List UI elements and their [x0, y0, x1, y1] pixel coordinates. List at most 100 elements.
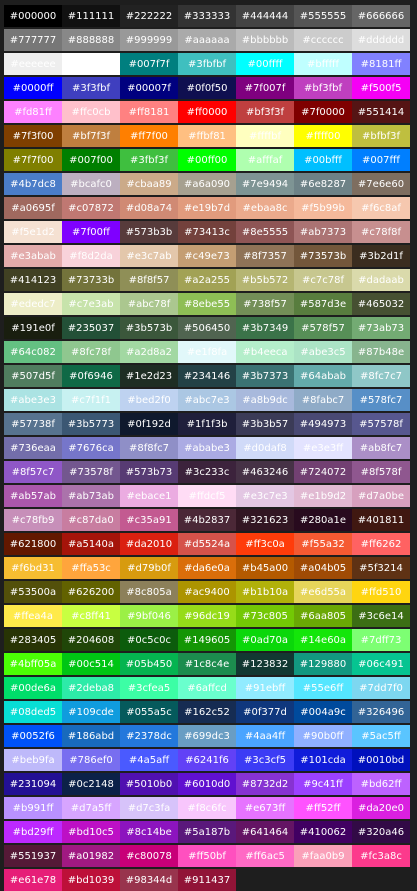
color-swatch[interactable]: #bbbbbb — [236, 29, 294, 51]
color-swatch[interactable]: #8ebe55 — [178, 293, 236, 315]
color-swatch[interactable]: #0c5c0c — [120, 629, 178, 651]
color-swatch[interactable]: #109cde — [62, 701, 120, 723]
color-swatch[interactable]: #d7a5ff — [62, 797, 120, 819]
color-swatch[interactable]: #c07872 — [62, 197, 120, 219]
color-swatch[interactable]: #e3c7e3 — [236, 485, 294, 507]
color-swatch[interactable]: #ababe3 — [178, 437, 236, 459]
color-swatch[interactable]: #0000ff — [4, 77, 62, 99]
color-swatch[interactable]: #e61e78 — [4, 869, 62, 891]
color-swatch[interactable]: #777777 — [4, 29, 62, 51]
color-swatch[interactable]: #555555 — [294, 5, 352, 27]
color-swatch[interactable]: #ffc0cb — [62, 101, 120, 123]
color-swatch[interactable]: #414123 — [4, 269, 62, 291]
color-swatch[interactable]: #4b2837 — [178, 509, 236, 531]
color-swatch[interactable]: #da2010 — [120, 533, 178, 555]
color-swatch[interactable]: #3b3b57 — [236, 413, 294, 435]
color-swatch[interactable]: #53500a — [4, 581, 62, 603]
color-swatch[interactable]: #ebaa8c — [236, 197, 294, 219]
color-swatch[interactable]: #bcafc0 — [62, 173, 120, 195]
color-swatch[interactable]: #699dc3 — [178, 725, 236, 747]
color-swatch[interactable]: #fd81ff — [4, 101, 62, 123]
color-swatch[interactable]: #234146 — [178, 365, 236, 387]
color-swatch[interactable]: #cbaa89 — [120, 173, 178, 195]
color-swatch[interactable]: #1e2d23 — [120, 365, 178, 387]
color-swatch[interactable]: #7f00ff — [62, 221, 120, 243]
color-swatch[interactable]: #c80078 — [120, 845, 178, 867]
color-swatch[interactable]: #beb9fa — [4, 749, 62, 771]
color-swatch[interactable]: #7f007f — [236, 77, 294, 99]
color-swatch[interactable]: #96dc19 — [178, 605, 236, 627]
color-swatch[interactable]: #055a5c — [120, 701, 178, 723]
color-swatch[interactable]: #afffaf — [236, 149, 294, 171]
color-swatch[interactable]: #999999 — [120, 29, 178, 51]
color-swatch[interactable]: #7676ca — [62, 437, 120, 459]
color-swatch[interactable]: #bd10c5 — [62, 821, 120, 843]
color-swatch[interactable]: #b45a00 — [236, 557, 294, 579]
color-swatch[interactable]: #ebace1 — [120, 485, 178, 507]
color-swatch[interactable]: #ff8181 — [120, 101, 178, 123]
color-swatch[interactable]: #7dff73 — [352, 629, 410, 651]
color-swatch[interactable]: #c87da0 — [62, 509, 120, 531]
color-swatch[interactable]: #73578f — [62, 461, 120, 483]
color-swatch[interactable]: #08ded5 — [4, 701, 62, 723]
color-swatch[interactable]: #ff52ff — [294, 797, 352, 819]
color-swatch[interactable]: #e3e3ff — [294, 437, 352, 459]
color-swatch[interactable]: #d79b0f — [120, 557, 178, 579]
color-swatch[interactable]: #73ab73 — [352, 317, 410, 339]
color-swatch[interactable]: #da6e0a — [178, 557, 236, 579]
color-swatch[interactable]: #4a5aff — [120, 749, 178, 771]
color-swatch[interactable]: #326496 — [352, 701, 410, 723]
color-swatch[interactable]: #5a187b — [178, 821, 236, 843]
color-swatch[interactable]: #401811 — [352, 509, 410, 531]
color-swatch[interactable]: #410062 — [294, 821, 352, 843]
color-swatch[interactable]: #111111 — [62, 5, 120, 27]
color-swatch[interactable]: #8e5555 — [236, 221, 294, 243]
color-swatch[interactable]: #191e0f — [4, 317, 62, 339]
color-swatch[interactable]: #eeeeee — [4, 53, 62, 75]
color-swatch[interactable]: #8c14be — [120, 821, 178, 843]
color-swatch[interactable]: #123832 — [236, 653, 294, 675]
color-swatch[interactable]: #3b2d1f — [352, 245, 410, 267]
color-swatch[interactable]: #d08a74 — [120, 197, 178, 219]
color-swatch[interactable]: #235037 — [62, 317, 120, 339]
color-swatch[interactable]: #bf3fbf — [294, 77, 352, 99]
color-swatch[interactable]: #73733b — [62, 269, 120, 291]
color-swatch[interactable]: #8f7357 — [236, 245, 294, 267]
color-swatch[interactable]: #00ffff — [236, 53, 294, 75]
color-swatch[interactable]: #7dd7f0 — [352, 677, 410, 699]
color-swatch[interactable]: #ff50bf — [178, 845, 236, 867]
color-swatch[interactable]: #f8c6fc — [178, 797, 236, 819]
color-swatch[interactable]: #c7f1f1 — [62, 389, 120, 411]
color-swatch[interactable]: #7f7f00 — [4, 149, 62, 171]
color-swatch[interactable]: #fc3a8c — [352, 845, 410, 867]
color-swatch[interactable]: #ab57ab — [4, 485, 62, 507]
color-swatch[interactable]: #1f1f3b — [178, 413, 236, 435]
color-swatch[interactable]: #626200 — [62, 581, 120, 603]
color-swatch[interactable]: #9c41ff — [294, 773, 352, 795]
color-swatch[interactable]: #faa0b9 — [294, 845, 352, 867]
color-swatch[interactable]: #e6d55a — [294, 581, 352, 603]
color-swatch[interactable]: #d7c3fa — [120, 797, 178, 819]
color-swatch[interactable]: #666666 — [352, 5, 410, 27]
color-swatch[interactable]: #3c3cf5 — [236, 749, 294, 771]
color-swatch[interactable]: #3fbf3f — [120, 149, 178, 171]
color-swatch[interactable]: #444444 — [236, 5, 294, 27]
color-swatch[interactable]: #0f6946 — [62, 365, 120, 387]
color-swatch[interactable]: #e1b9d2 — [294, 485, 352, 507]
color-swatch[interactable]: #a0695f — [4, 197, 62, 219]
color-swatch[interactable]: #64abab — [294, 365, 352, 387]
color-swatch[interactable]: #ffdcf5 — [178, 485, 236, 507]
color-swatch[interactable]: #ffff00 — [294, 125, 352, 147]
color-swatch[interactable]: #bfbf3f — [352, 125, 410, 147]
color-swatch[interactable]: #2deba8 — [62, 677, 120, 699]
color-swatch[interactable]: #738f57 — [236, 293, 294, 315]
color-swatch[interactable]: #786ef0 — [62, 749, 120, 771]
color-swatch[interactable]: #00c514 — [62, 653, 120, 675]
color-swatch[interactable]: #9bf046 — [120, 605, 178, 627]
color-swatch[interactable]: #149605 — [178, 629, 236, 651]
color-swatch[interactable]: #73573b — [294, 245, 352, 267]
color-swatch[interactable]: #551414 — [352, 101, 410, 123]
color-swatch[interactable]: #551937 — [4, 845, 62, 867]
color-swatch[interactable]: #578fc7 — [352, 389, 410, 411]
color-swatch[interactable]: #0ad70a — [236, 629, 294, 651]
